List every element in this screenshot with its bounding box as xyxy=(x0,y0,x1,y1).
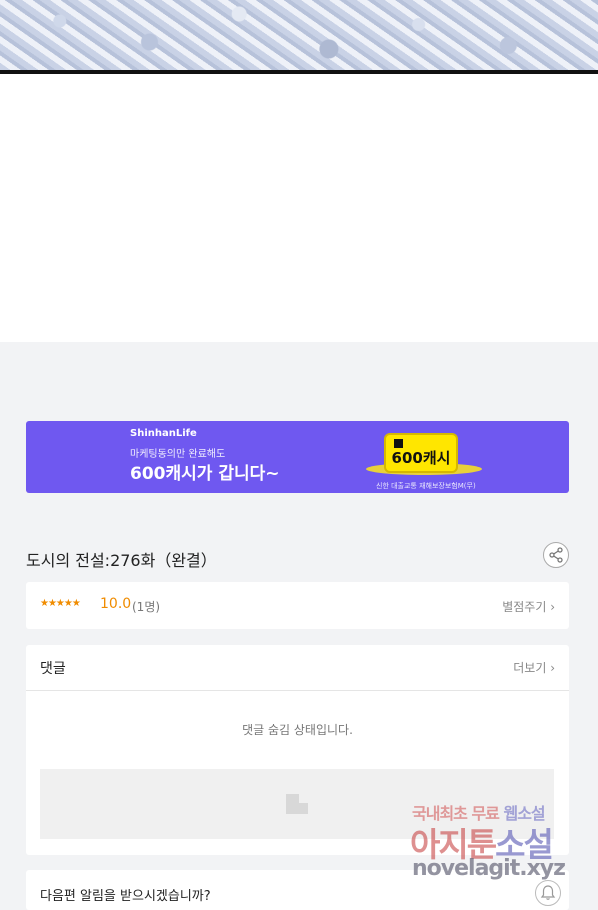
ad-headline: 600캐시가 갑니다~ xyxy=(130,464,280,484)
notify-bell-button[interactable] xyxy=(535,880,561,906)
comments-section: 댓글 더보기 › 댓글 숨김 상태입니다. xyxy=(26,645,569,855)
bell-icon xyxy=(540,885,556,900)
episode-title: 도시의 전설:276화（완결） xyxy=(26,551,217,570)
rating-count: (1명) xyxy=(132,600,161,614)
share-icon xyxy=(549,547,563,563)
image-placeholder-icon xyxy=(286,794,308,814)
comments-header: 댓글 더보기 › xyxy=(26,645,569,691)
comic-page-whitespace xyxy=(0,74,598,342)
rate-button[interactable]: 별점주기 › xyxy=(502,598,555,615)
ad-subtitle: 마케팅동의만 완료해도 xyxy=(130,449,226,460)
episode-header: 도시의 전설:276화（완결） xyxy=(26,540,569,572)
ad-fineprint: 신한 대출교통 재해보장보험M(무) xyxy=(376,482,476,490)
ad-brand: ShinhanLife xyxy=(130,428,197,439)
comment-image-placeholder xyxy=(40,769,554,839)
rating-card: ★★★★★ 10.0 (1명) 별점주기 › xyxy=(26,582,569,629)
comments-hidden-message: 댓글 숨김 상태입니다. xyxy=(242,723,353,737)
ad-banner[interactable]: ShinhanLife 마케팅동의만 완료해도 600캐시가 갑니다~ 600캐… xyxy=(26,421,569,493)
share-button[interactable] xyxy=(543,542,569,568)
comments-more-link[interactable]: 더보기 › xyxy=(513,659,555,676)
comic-image-bottom xyxy=(0,0,598,74)
comments-label: 댓글 xyxy=(40,661,66,677)
ad-prize-label: 600캐시 xyxy=(391,449,451,467)
rating-score: 10.0 xyxy=(100,596,132,612)
ad-prize-graphic: 600캐시 xyxy=(366,425,482,477)
ad-prize-logo-icon xyxy=(394,439,403,448)
next-episode-notify: 다음편 알림을 받으시겠습니까? xyxy=(26,870,569,910)
notify-question: 다음편 알림을 받으시겠습니까? xyxy=(40,889,211,904)
rating-stars: ★★★★★ xyxy=(40,598,81,609)
